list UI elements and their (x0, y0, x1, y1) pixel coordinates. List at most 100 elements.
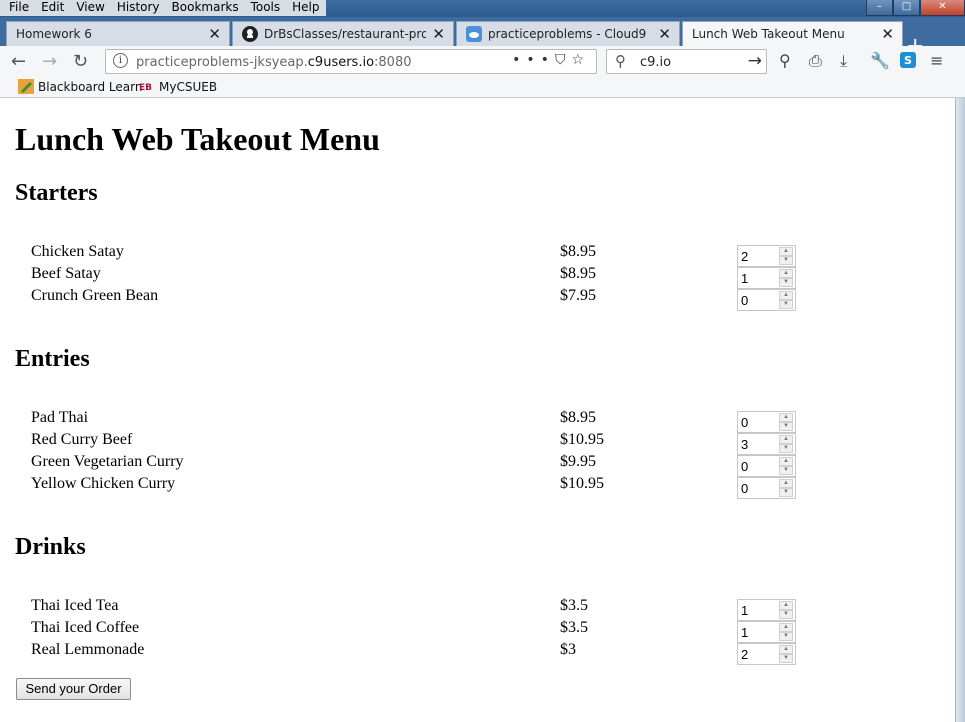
spin-up-icon[interactable]: ▲ (779, 435, 793, 444)
quantity-stepper[interactable]: 2 ▲ ▼ (737, 643, 796, 665)
tab-label: practiceproblems - Cloud9 (488, 27, 647, 41)
menu-item-row: Pad Thai $8.95 0 ▲ ▼ (31, 409, 811, 433)
quantity-value[interactable]: 0 (741, 293, 748, 308)
close-tab-icon[interactable]: ✕ (658, 25, 671, 43)
quantity-stepper[interactable]: 3 ▲ ▼ (737, 433, 796, 455)
spin-down-icon[interactable]: ▼ (779, 654, 793, 663)
quantity-stepper[interactable]: 0 ▲ ▼ (737, 289, 796, 311)
close-window-button[interactable]: ✕ (920, 0, 965, 16)
bookmark-star-icon[interactable]: ☆ (571, 52, 590, 68)
cloud9-icon (466, 26, 482, 42)
spin-up-icon[interactable]: ▲ (779, 479, 793, 488)
search-bar[interactable]: ⚲ c9.io → (606, 49, 767, 74)
print-icon[interactable]: ⎙ (809, 51, 822, 71)
spin-down-icon[interactable]: ▼ (779, 466, 793, 475)
tab-lunch-menu[interactable]: Lunch Web Takeout Menu ✕ (682, 21, 903, 46)
quantity-value[interactable]: 0 (741, 459, 748, 474)
quantity-stepper[interactable]: 0 ▲ ▼ (737, 411, 796, 433)
forward-icon[interactable]: → (42, 51, 57, 72)
search-input[interactable]: c9.io (640, 55, 671, 70)
tab-label: Homework 6 (16, 27, 92, 41)
svg-text:EB: EB (139, 83, 152, 93)
quantity-stepper[interactable]: 2 ▲ ▼ (737, 245, 796, 267)
quantity-value[interactable]: 0 (741, 481, 748, 496)
menu-history[interactable]: History (110, 0, 166, 16)
page-actions: •••⛉☆ (512, 52, 590, 68)
tab-cloud9[interactable]: practiceproblems - Cloud9 ✕ (456, 21, 680, 46)
developer-tools-icon[interactable]: 🔧 (870, 51, 890, 70)
back-icon[interactable]: ← (11, 51, 26, 72)
spin-up-icon[interactable]: ▲ (779, 457, 793, 466)
page-content: Lunch Web Takeout Menu Starters Chicken … (0, 98, 955, 722)
quantity-stepper[interactable]: 1 ▲ ▼ (737, 267, 796, 289)
bookmark-mycsueb[interactable]: EB MyCSUEB (139, 79, 217, 94)
quantity-stepper[interactable]: 1 ▲ ▼ (737, 599, 796, 621)
spin-up-icon[interactable]: ▲ (779, 645, 793, 654)
menu-file[interactable]: File (0, 0, 36, 16)
spin-down-icon[interactable]: ▼ (779, 610, 793, 619)
quantity-value[interactable]: 0 (741, 415, 748, 430)
close-tab-icon[interactable]: ✕ (432, 25, 445, 43)
window-controls: – □ ✕ (866, 0, 965, 16)
spin-up-icon[interactable]: ▲ (779, 269, 793, 278)
spin-down-icon[interactable]: ▼ (779, 256, 793, 265)
quantity-stepper[interactable]: 0 ▲ ▼ (737, 477, 796, 499)
spin-down-icon[interactable]: ▼ (779, 300, 793, 309)
menu-edit[interactable]: Edit (35, 0, 71, 16)
maximize-button[interactable]: □ (893, 0, 920, 16)
address-bar[interactable]: i practiceproblems-jksyeap.c9users.io:80… (105, 49, 597, 74)
svg-text:S: S (904, 54, 912, 67)
item-name: Yellow Chicken Curry (31, 475, 176, 492)
menu-help[interactable]: Help (286, 0, 326, 16)
find-icon[interactable]: ⚲ (779, 51, 791, 70)
window-edge-scrollbar[interactable] (955, 98, 965, 722)
menu-item-row: Green Vegetarian Curry $9.95 0 ▲ ▼ (31, 453, 811, 477)
menu-tools[interactable]: Tools (244, 0, 287, 16)
spin-down-icon[interactable]: ▼ (779, 632, 793, 641)
item-price: $10.95 (560, 431, 604, 448)
menu-bookmarks[interactable]: Bookmarks (165, 0, 245, 16)
quantity-stepper[interactable]: 1 ▲ ▼ (737, 621, 796, 643)
info-icon[interactable]: i (113, 53, 128, 68)
bookmark-blackboard[interactable]: Blackboard Learn (18, 79, 142, 94)
spin-up-icon[interactable]: ▲ (779, 413, 793, 422)
hamburger-menu-icon[interactable]: ≡ (930, 51, 943, 70)
quantity-value[interactable]: 1 (741, 625, 748, 640)
quantity-value[interactable]: 2 (741, 647, 748, 662)
quantity-value[interactable]: 2 (741, 249, 748, 264)
close-tab-icon[interactable]: ✕ (881, 25, 894, 43)
spin-down-icon[interactable]: ▼ (779, 444, 793, 453)
more-actions-icon[interactable]: ••• (512, 52, 555, 68)
search-go-icon[interactable]: → (748, 51, 762, 71)
quantity-value[interactable]: 1 (741, 271, 748, 286)
quantity-value[interactable]: 1 (741, 603, 748, 618)
menu-item-row: Thai Iced Tea $3.5 1 ▲ ▼ (31, 597, 811, 621)
download-icon[interactable]: ⤓ (840, 51, 847, 71)
minimize-button[interactable]: – (866, 0, 893, 16)
menu-item-row: Real Lemmonade $3 2 ▲ ▼ (31, 641, 811, 665)
spin-down-icon[interactable]: ▼ (779, 278, 793, 287)
spin-up-icon[interactable]: ▲ (779, 623, 793, 632)
skype-icon[interactable]: S (900, 52, 916, 72)
menu-view[interactable]: View (70, 0, 111, 16)
close-tab-icon[interactable]: ✕ (208, 25, 221, 43)
item-price: $3.5 (560, 619, 588, 636)
menu-item-row: Yellow Chicken Curry $10.95 0 ▲ ▼ (31, 475, 811, 499)
spin-up-icon[interactable]: ▲ (779, 247, 793, 256)
item-name: Pad Thai (31, 409, 89, 426)
quantity-value[interactable]: 3 (741, 437, 748, 452)
spin-down-icon[interactable]: ▼ (779, 488, 793, 497)
spin-up-icon[interactable]: ▲ (779, 601, 793, 610)
pocket-icon[interactable]: ⛉ (555, 52, 572, 68)
spin-up-icon[interactable]: ▲ (779, 291, 793, 300)
menu-item-row: Thai Iced Coffee $3.5 1 ▲ ▼ (31, 619, 811, 643)
url-text[interactable]: practiceproblems-jksyeap.c9users.io:8080 (136, 55, 412, 70)
send-order-button[interactable]: Send your Order (16, 678, 131, 700)
menu-item-row: Chicken Satay $8.95 2 ▲ ▼ (31, 243, 811, 267)
item-name: Crunch Green Bean (31, 287, 159, 304)
spin-down-icon[interactable]: ▼ (779, 422, 793, 431)
quantity-stepper[interactable]: 0 ▲ ▼ (737, 455, 796, 477)
reload-icon[interactable]: ↻ (73, 51, 88, 72)
tab-github[interactable]: DrBsClasses/restaurant-project ✕ (232, 21, 454, 46)
tab-homework[interactable]: Homework 6 ✕ (6, 21, 230, 46)
